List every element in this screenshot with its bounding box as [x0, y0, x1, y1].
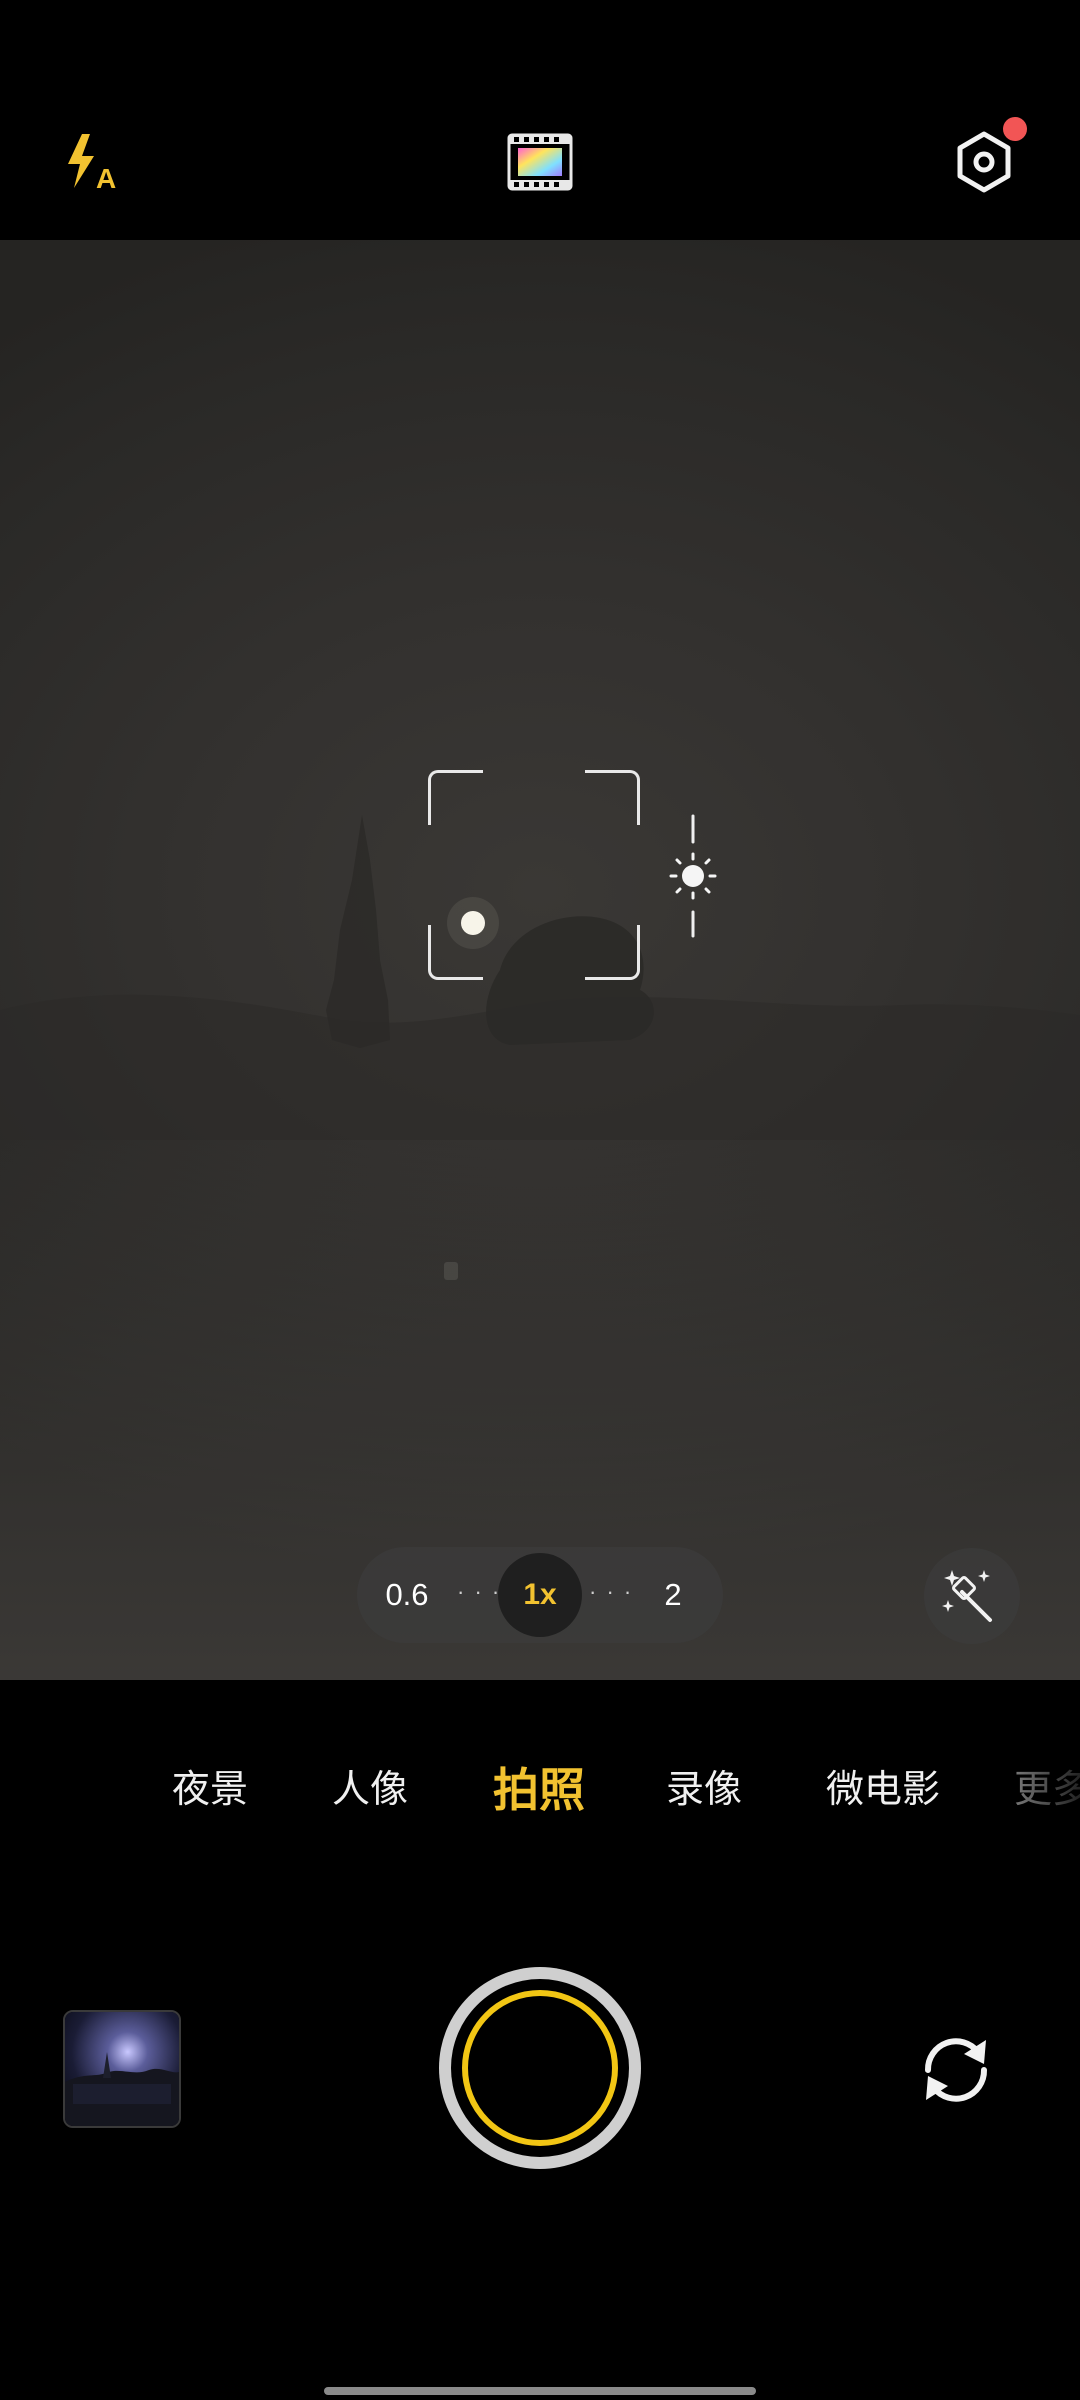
mode-night[interactable]: 夜景	[172, 1740, 248, 1840]
zoom-step-dots: · · ·	[457, 1579, 502, 1604]
focus-corner	[585, 770, 640, 825]
shutter-button[interactable]	[439, 1967, 641, 2169]
filter-film-icon[interactable]	[506, 132, 574, 192]
zoom-option-0-6[interactable]: 0.6	[367, 1547, 447, 1643]
camera-mode-bar: 夜景 人像 拍照 录像 微电影 更多	[0, 1740, 1080, 1840]
svg-text:A: A	[96, 163, 116, 194]
exposure-sun-icon[interactable]	[664, 812, 722, 940]
mode-more[interactable]: 更多	[1014, 1740, 1080, 1840]
flash-auto-icon[interactable]: A	[60, 128, 130, 198]
focus-corner	[585, 925, 640, 980]
focus-corner	[428, 770, 483, 825]
focus-frame-icon	[428, 770, 640, 980]
mode-portrait[interactable]: 人像	[332, 1740, 408, 1840]
shutter-ring	[462, 1990, 618, 2146]
top-toolbar: A	[0, 0, 1080, 240]
focus-corner	[428, 925, 483, 980]
mode-micro-movie[interactable]: 微电影	[826, 1740, 940, 1840]
settings-hexagon-icon[interactable]	[954, 130, 1014, 194]
home-indicator[interactable]	[324, 2387, 756, 2395]
mode-photo[interactable]: 拍照	[493, 1740, 585, 1840]
zoom-option-2[interactable]: 2	[633, 1547, 713, 1643]
mode-video[interactable]: 录像	[666, 1740, 742, 1840]
magic-wand-icon[interactable]	[924, 1548, 1020, 1644]
zoom-step-dots: · · ·	[589, 1579, 634, 1604]
switch-camera-icon[interactable]	[912, 2026, 1000, 2114]
gallery-thumbnail[interactable]	[63, 2010, 181, 2128]
settings-notification-badge	[1003, 117, 1027, 141]
zoom-option-1x[interactable]: 1x	[498, 1553, 582, 1637]
zoom-selector: 0.6 · · · 1x · · · 2	[357, 1547, 723, 1643]
